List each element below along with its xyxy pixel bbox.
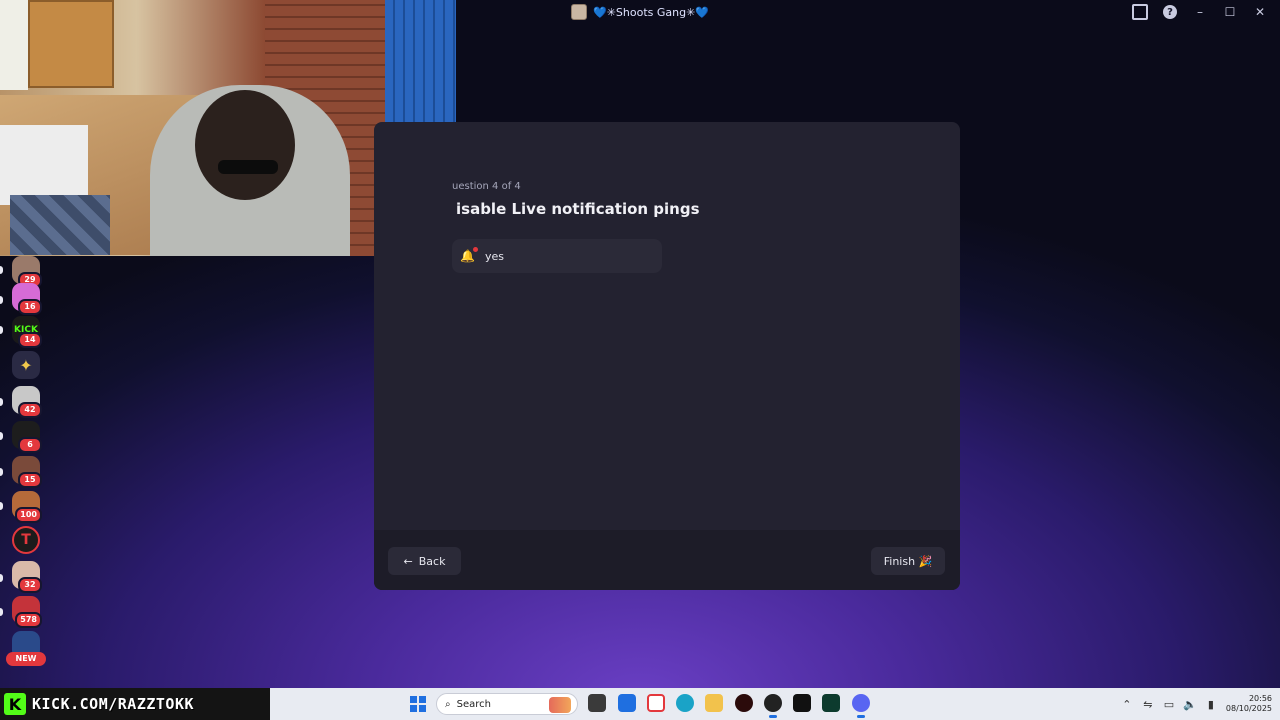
mention-badge: 14 [18, 332, 42, 348]
webcam-blanket [10, 195, 110, 255]
question-title: isable Live notification pings [456, 200, 700, 218]
server-icon-11[interactable]: 578 [12, 596, 42, 628]
server-icon-t[interactable]: T [12, 526, 40, 554]
webcam-bed [0, 125, 88, 205]
network-icon[interactable]: ⇋ [1142, 698, 1154, 711]
discord-icon[interactable] [852, 694, 870, 712]
server-icon-kick[interactable]: KICK 14 [12, 316, 42, 348]
webcam-streamer-head [195, 90, 295, 200]
store-icon[interactable] [618, 694, 636, 712]
server-icon-1[interactable]: 29 [12, 256, 42, 288]
unread-pip [0, 266, 3, 274]
edge-icon[interactable] [676, 694, 694, 712]
terminal-icon[interactable] [822, 694, 840, 712]
chevron-up-icon[interactable]: ⌃ [1121, 698, 1133, 711]
window-title-wrap: 💙✳Shoots Gang✳💙 [571, 4, 709, 20]
mention-badge: 578 [15, 612, 42, 628]
unread-pip [0, 398, 3, 406]
server-icon-7[interactable]: 15 [12, 456, 42, 488]
audio-app-icon[interactable] [793, 694, 811, 712]
option-yes[interactable]: 🔔 yes [452, 239, 662, 273]
arrow-left-icon: ← [403, 554, 413, 568]
clock-time: 20:56 [1248, 694, 1272, 703]
server-icon-6[interactable]: 6 [12, 421, 42, 453]
opera-icon[interactable] [647, 694, 665, 712]
window-controls: ? – ☐ ✕ [1132, 0, 1280, 24]
back-button[interactable]: ← Back [388, 547, 461, 575]
unread-pip [0, 502, 3, 510]
unread-pip [0, 296, 3, 304]
notification-dot [472, 247, 478, 252]
taskbar: ⌕ Search ⌃ ⇋ ▭ 🔈 ▮ 20:56 08/10/2025 [270, 688, 1280, 720]
window-title: 💙✳Shoots Gang✳💙 [593, 5, 709, 19]
clock-date: 08/10/2025 [1225, 704, 1272, 713]
server-icon-5[interactable]: 42 [12, 386, 42, 418]
webcam-sunglasses [218, 160, 278, 174]
kick-url: KICK.COM/RAZZTOKK [32, 695, 195, 713]
active-app-indicator [769, 715, 777, 718]
close-button[interactable]: ✕ [1252, 4, 1268, 20]
sparkle-icon: ✦ [19, 355, 33, 375]
inbox-button[interactable] [1132, 4, 1148, 20]
server-avatar-icon [571, 4, 587, 20]
search-highlight-icon [549, 697, 571, 713]
unread-pip [0, 468, 3, 476]
help-icon: ? [1163, 5, 1177, 19]
file-explorer-icon[interactable] [705, 694, 723, 712]
mention-badge: 42 [18, 402, 42, 418]
search-placeholder: Search [456, 698, 491, 710]
server-t-label: T [21, 532, 31, 548]
new-badge: NEW [6, 652, 46, 666]
mention-badge: 32 [18, 577, 42, 593]
unread-pip [0, 326, 3, 334]
unread-pip [0, 608, 3, 616]
bell-icon: 🔔 [460, 247, 478, 263]
back-label: Back [418, 554, 446, 568]
server-rail: 29 16 KICK 14 ✦ 42 6 15 100 T 32 578 NEW [0, 256, 52, 688]
kick-logo-icon: K [4, 693, 26, 715]
mention-badge: 15 [18, 472, 42, 488]
finish-label: Finish 🎉 [883, 554, 933, 568]
webcam-door [28, 0, 114, 88]
obs-icon[interactable] [764, 694, 782, 712]
webcam-wall [0, 0, 28, 90]
mention-badge: 16 [18, 299, 42, 315]
onboarding-modal [374, 122, 960, 590]
system-clock[interactable]: 20:56 08/10/2025 [1226, 694, 1272, 714]
battery-icon[interactable]: ▮ [1205, 698, 1217, 711]
mention-badge: 6 [18, 437, 42, 453]
server-icon-sparkle[interactable]: ✦ [12, 351, 40, 379]
mention-badge: 100 [15, 507, 42, 523]
volume-icon[interactable]: 🔈 [1183, 698, 1197, 711]
kick-overlay: K KICK.COM/RAZZTOKK [0, 688, 270, 720]
minimize-button[interactable]: – [1192, 4, 1208, 20]
question-counter: uestion 4 of 4 [452, 181, 521, 192]
server-icon-8[interactable]: 100 [12, 491, 42, 523]
display-icon[interactable]: ▭ [1163, 698, 1175, 711]
taskbar-search[interactable]: ⌕ Search [436, 693, 578, 715]
app-icon-red[interactable] [735, 694, 753, 712]
unread-pip [0, 574, 3, 582]
server-icon-10[interactable]: 32 [12, 561, 42, 593]
option-label: yes [484, 249, 504, 263]
unread-pip [0, 432, 3, 440]
inbox-icon [1132, 4, 1148, 20]
search-icon: ⌕ [445, 698, 451, 710]
system-tray: ⌃ ⇋ ▭ 🔈 ▮ 20:56 08/10/2025 [1121, 688, 1280, 720]
help-button[interactable]: ? [1162, 4, 1178, 20]
server-icon-2[interactable]: 16 [12, 283, 42, 315]
active-app-indicator [857, 715, 865, 718]
windows-start-icon[interactable] [410, 696, 426, 712]
finish-button[interactable]: Finish 🎉 [871, 547, 945, 575]
task-view-icon[interactable] [588, 694, 606, 712]
maximize-button[interactable]: ☐ [1222, 4, 1238, 20]
